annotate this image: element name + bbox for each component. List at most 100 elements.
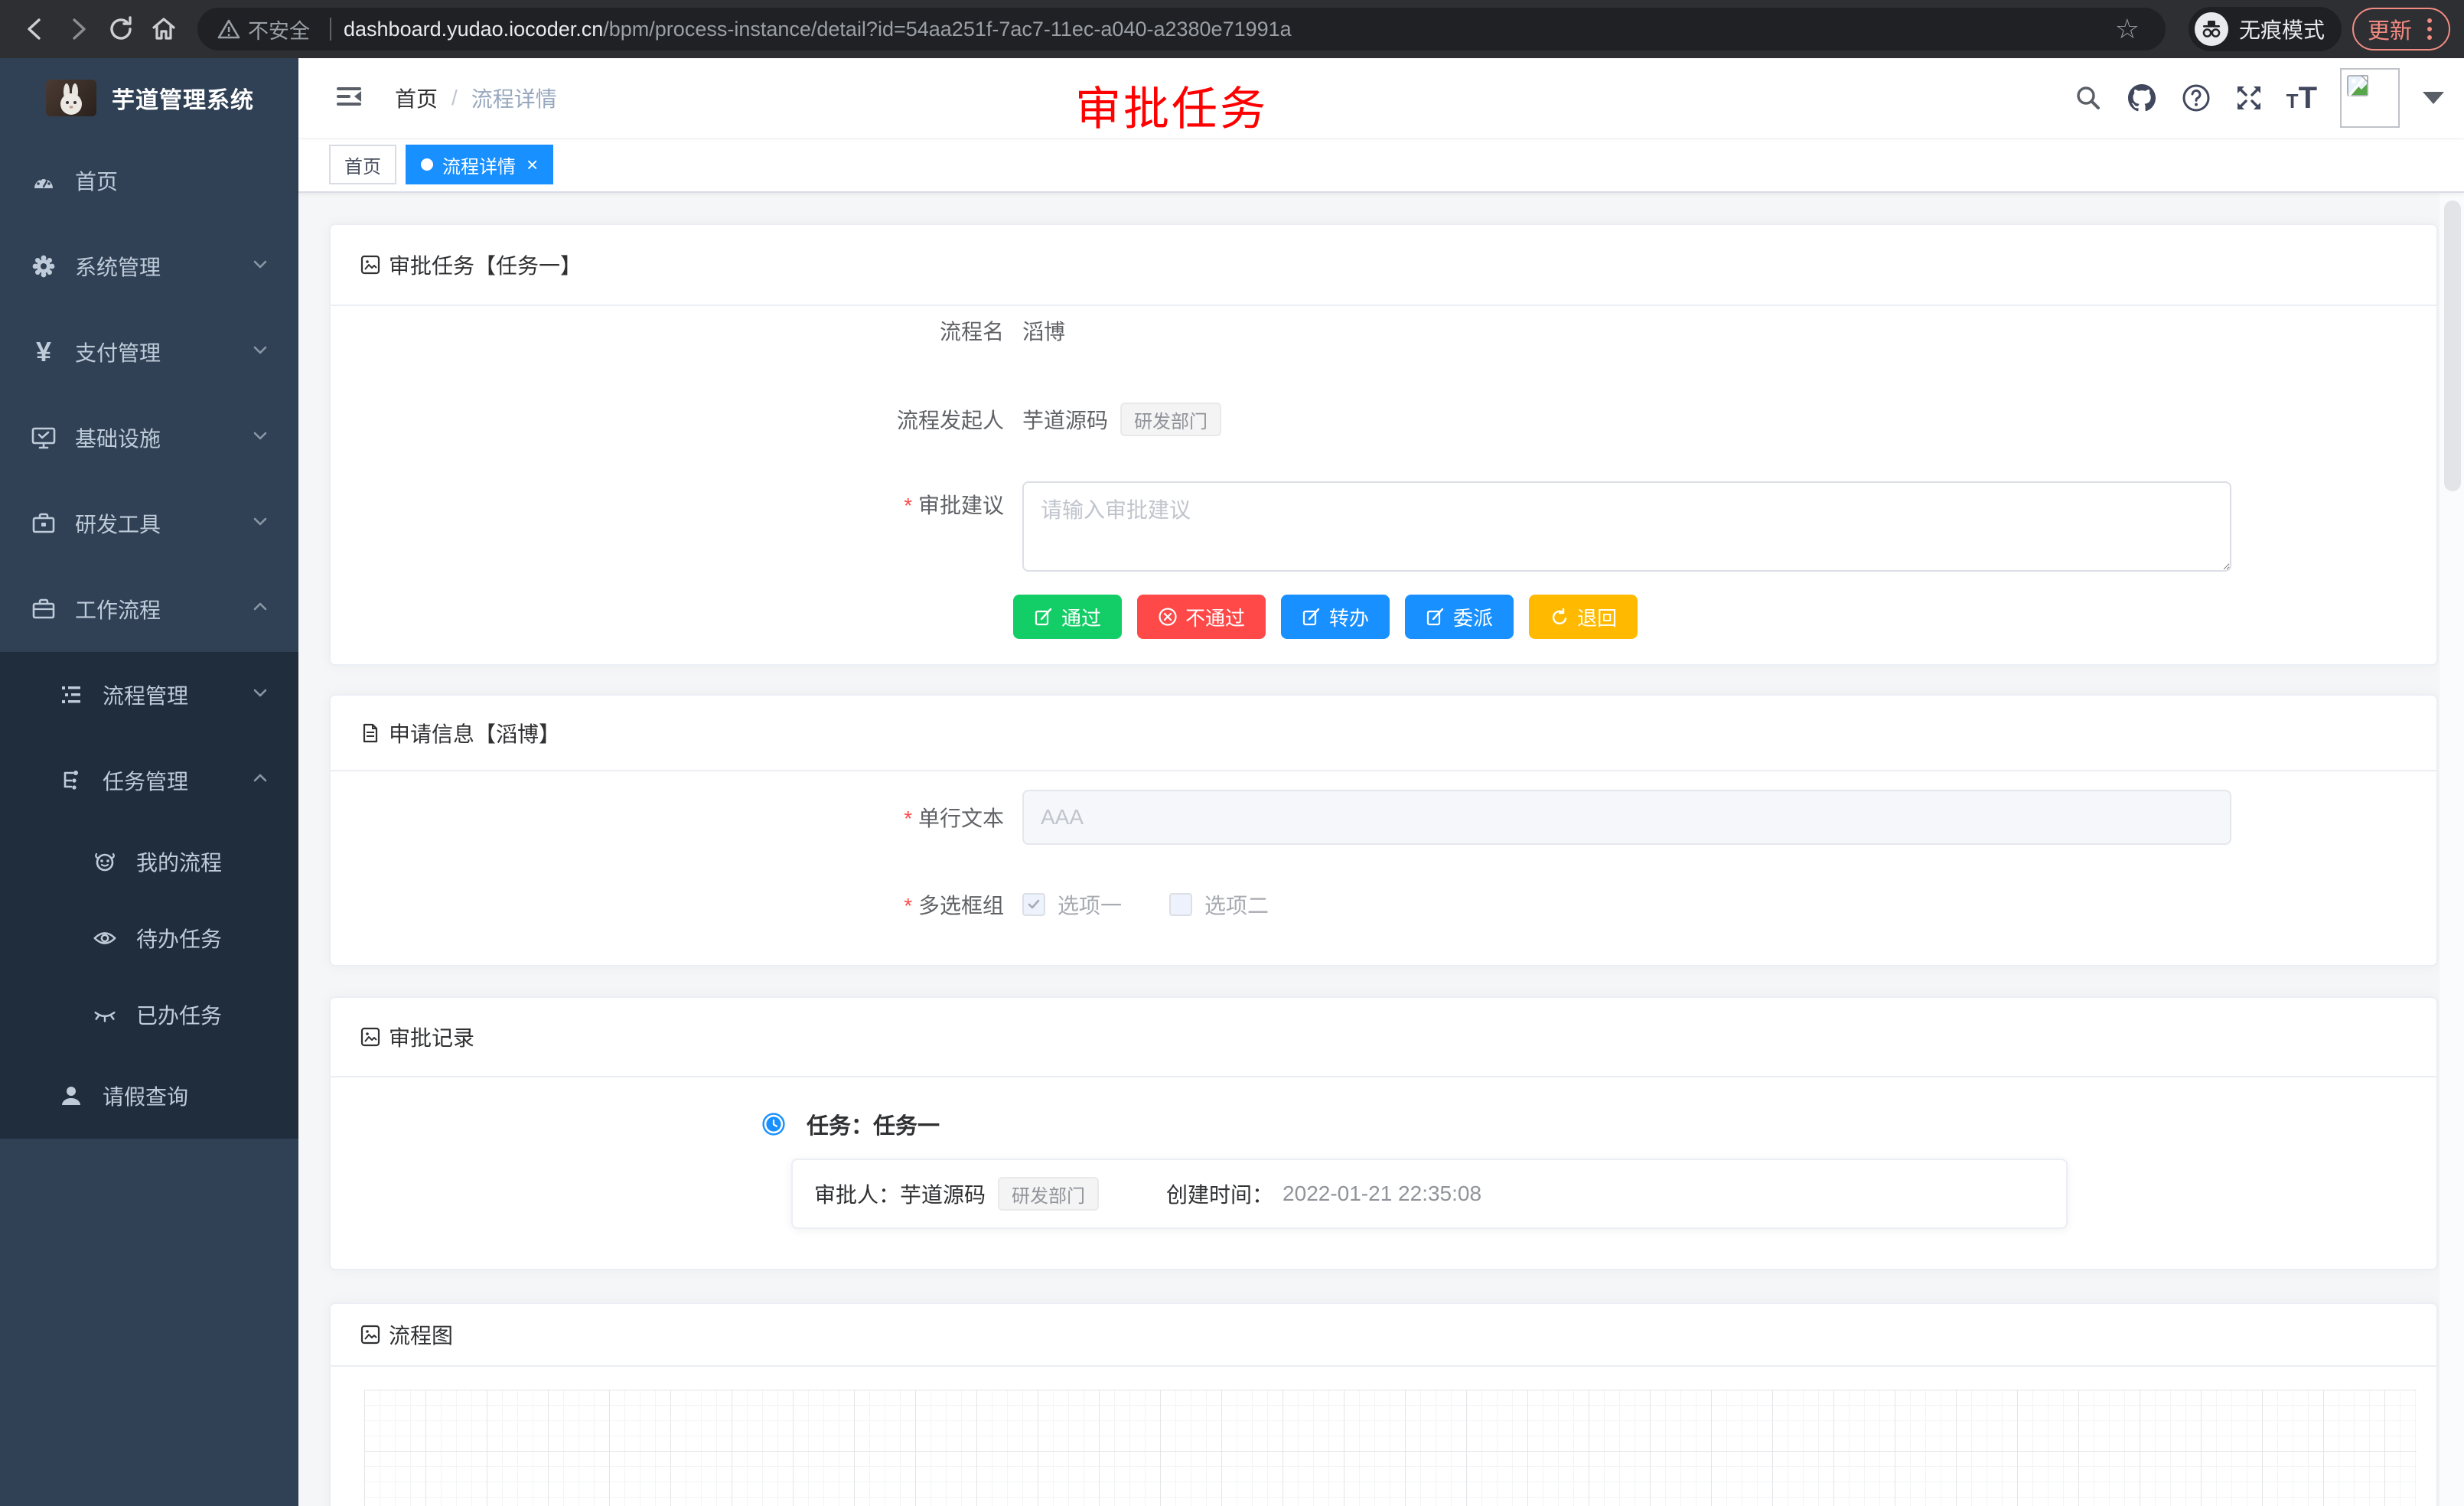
sidebar-item-process-mgmt[interactable]: 流程管理 [0, 652, 298, 738]
sidebar-item-devtools[interactable]: 研发工具 [0, 481, 298, 566]
sidebar-item-workflow[interactable]: 工作流程 [0, 566, 298, 652]
edit-icon [1034, 607, 1054, 627]
breadcrumb-home[interactable]: 首页 [395, 83, 438, 113]
checkbox-label: 选项二 [1204, 889, 1269, 920]
browser-update-button[interactable]: 更新 [2352, 8, 2450, 51]
process-name-value: 滔博 [1022, 315, 1065, 346]
font-size-icon[interactable]: TT [2286, 81, 2317, 116]
return-button[interactable]: 退回 [1529, 595, 1638, 639]
approver-label: 审批人： [814, 1178, 900, 1209]
scrollbar-thumb[interactable] [2444, 200, 2461, 491]
user-icon [58, 1083, 84, 1109]
tag-label: 流程详情 [442, 152, 516, 178]
edit-icon [1302, 607, 1322, 627]
undo-icon [1550, 607, 1569, 627]
browser-menu-icon[interactable] [2424, 15, 2435, 43]
suggestion-row: 审批建议 [331, 481, 2436, 572]
process-name-label: 流程名 [331, 315, 1004, 346]
approver-value: 芋道源码 [900, 1178, 986, 1209]
sidebar-item-infra[interactable]: 基础设施 [0, 395, 298, 481]
sidebar-item-system[interactable]: 系统管理 [0, 223, 298, 309]
sidebar-item-label: 任务管理 [103, 765, 188, 796]
top-navbar: 首页 / 流程详情 审批任务 TT [298, 58, 2464, 138]
github-icon[interactable] [2126, 82, 2158, 114]
delegate-button[interactable]: 委派 [1405, 595, 1514, 639]
sidebar-item-done-tasks[interactable]: 已办任务 [0, 976, 298, 1053]
sidebar-item-label: 首页 [75, 165, 118, 196]
card-header: 流程图 [331, 1304, 2436, 1367]
document-icon [360, 722, 381, 744]
reject-button[interactable]: 不通过 [1137, 595, 1266, 639]
breadcrumb: 首页 / 流程详情 [395, 83, 557, 113]
sidebar: 芋道管理系统 首页 系统管理 ¥ 支付管理 基础设施 [0, 58, 298, 1506]
eye-open-icon [92, 925, 118, 951]
picture-icon [360, 1324, 381, 1345]
incognito-icon [2195, 12, 2228, 46]
card-title: 申请信息【滔博】 [389, 718, 560, 748]
incognito-badge: 无痕模式 [2189, 7, 2342, 51]
security-status[interactable]: 不安全 [248, 15, 310, 44]
create-time-label: 创建时间： [1166, 1178, 1273, 1209]
sidebar-item-label: 支付管理 [75, 337, 161, 367]
address-bar[interactable]: 不安全 dashboard.yudao.iocoder.cn/bpm/proce… [197, 8, 2166, 51]
avatar[interactable] [2340, 68, 2400, 128]
sidebar-item-label: 流程管理 [103, 680, 188, 710]
forward-arrow-icon [65, 16, 91, 42]
chevron-down-icon [251, 425, 269, 450]
suggestion-textarea[interactable] [1022, 481, 2231, 572]
tag-process-detail[interactable]: 流程详情 × [406, 145, 553, 184]
scrollbar-track[interactable] [2440, 193, 2464, 1506]
sidebar-item-leave-query[interactable]: 请假查询 [0, 1053, 298, 1139]
browser-forward-button[interactable] [57, 8, 99, 51]
search-icon[interactable] [2074, 83, 2103, 112]
tags-view: 首页 流程详情 × [298, 138, 2464, 193]
dept-tag: 研发部门 [1120, 403, 1221, 436]
dept-tag: 研发部门 [998, 1177, 1099, 1211]
sidebar-toggle-button[interactable] [328, 75, 370, 122]
process-diagram-card: 流程图 [329, 1302, 2438, 1506]
dashboard-icon [31, 168, 57, 194]
sidebar-item-payment[interactable]: ¥ 支付管理 [0, 309, 298, 395]
app-title: 芋道管理系统 [112, 81, 254, 115]
sidebar-item-my-process[interactable]: 我的流程 [0, 823, 298, 900]
user-menu-caret-icon[interactable] [2423, 92, 2444, 104]
card-title: 审批记录 [389, 1022, 474, 1052]
record-detail-box: 审批人： 芋道源码 研发部门 创建时间： 2022-01-21 22:35:08 [791, 1159, 2068, 1229]
approve-button[interactable]: 通过 [1013, 595, 1122, 639]
briefcase-icon [31, 596, 57, 622]
browser-reload-button[interactable] [99, 8, 142, 51]
sidebar-item-label: 我的流程 [136, 846, 222, 877]
chevron-up-icon [251, 597, 269, 621]
card-title: 审批任务【任务一】 [389, 249, 582, 280]
bookmark-star-icon[interactable]: ☆ [2109, 13, 2146, 45]
card-header: 审批记录 [331, 998, 2436, 1077]
sidebar-item-todo-tasks[interactable]: 待办任务 [0, 900, 298, 976]
sidebar-item-home[interactable]: 首页 [0, 138, 298, 223]
single-line-label: 单行文本 [331, 802, 1004, 833]
create-time-value: 2022-01-21 22:35:08 [1283, 1182, 1481, 1206]
home-icon [150, 15, 178, 43]
card-title: 流程图 [389, 1319, 453, 1350]
help-icon[interactable] [2181, 83, 2211, 113]
eye-closed-icon [92, 1002, 118, 1028]
sidebar-item-label: 工作流程 [75, 594, 161, 624]
browser-home-button[interactable] [142, 8, 185, 51]
sidebar-item-task-mgmt[interactable]: 任务管理 [0, 738, 298, 823]
navbar-actions: TT [2074, 58, 2444, 138]
url-divider [330, 18, 331, 41]
sidebar-item-label: 研发工具 [75, 508, 161, 539]
approval-actions: 通过 不通过 转办 委派 [331, 595, 2436, 639]
timeline-node: 任务：任务一 [762, 1103, 2436, 1146]
update-label: 更新 [2368, 13, 2412, 45]
transfer-button[interactable]: 转办 [1281, 595, 1390, 639]
chevron-down-icon [251, 340, 269, 364]
sidebar-logo-row[interactable]: 芋道管理系统 [0, 58, 298, 138]
sidebar-item-label: 请假查询 [103, 1081, 188, 1111]
tag-home[interactable]: 首页 [329, 145, 396, 184]
tag-close-icon[interactable]: × [526, 155, 538, 174]
browser-back-button[interactable] [14, 8, 57, 51]
fullscreen-icon[interactable] [2234, 83, 2264, 112]
picture-icon [360, 254, 381, 275]
single-line-input: AAA [1022, 790, 2231, 845]
bpmn-canvas[interactable] [364, 1390, 2417, 1506]
